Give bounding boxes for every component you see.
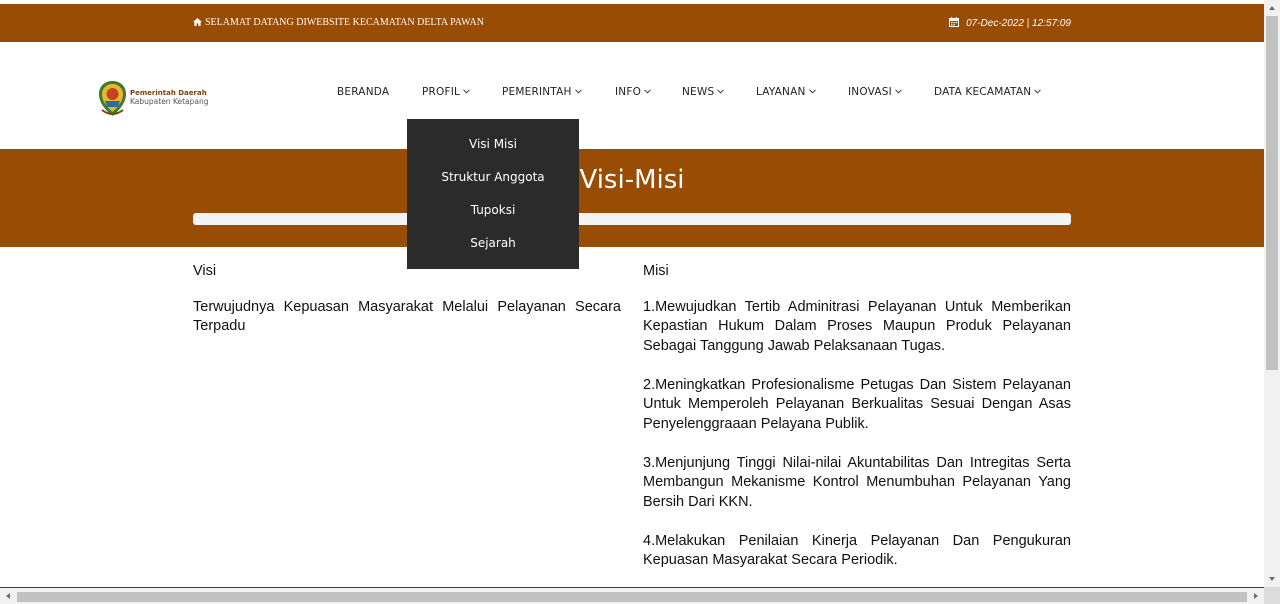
nav-beranda-label: BERANDA	[337, 86, 390, 98]
dropdown-item-tupoksi[interactable]: Tupoksi	[407, 203, 579, 217]
site-header: Pemerintah Daerah Kabupaten Ketapang BER…	[0, 42, 1264, 149]
scrollbar-corner	[1264, 587, 1280, 604]
misi-heading: Misi	[643, 263, 669, 279]
nav-data-kecamatan[interactable]: DATA KECAMATAN	[934, 86, 1042, 98]
dropdown-item-visi-misi[interactable]: Visi Misi	[407, 137, 579, 151]
nav-info[interactable]: INFO	[615, 86, 651, 98]
chevron-down-icon	[717, 89, 725, 94]
scroll-up-arrow-icon[interactable]	[1264, 0, 1280, 16]
nav-pemerintah-label: PEMERINTAH	[502, 86, 572, 98]
misi-item: 3.Menjunjung Tinggi Nilai-nilai Akuntabi…	[643, 454, 1071, 510]
nav-profil[interactable]: PROFIL	[422, 86, 470, 98]
chevron-down-icon	[574, 89, 582, 94]
misi-item: 2.Meningkatkan Profesionalisme Petugas D…	[643, 376, 1071, 432]
scroll-right-arrow-icon[interactable]	[1248, 588, 1264, 604]
misi-item: 4.Melakukan Penilaian Kinerja Pelayanan …	[643, 532, 1071, 569]
nav-layanan[interactable]: LAYANAN	[756, 86, 816, 98]
nav-layanan-label: LAYANAN	[756, 86, 806, 98]
chevron-down-icon	[644, 89, 651, 94]
calendar-icon	[949, 17, 960, 27]
dropdown-item-sejarah[interactable]: Sejarah	[407, 236, 579, 250]
chevron-down-icon	[1034, 89, 1042, 94]
top-bar: SELAMAT DATANG DIWEBSITE KECAMATAN DELTA…	[0, 4, 1264, 42]
nav-news-label: NEWS	[682, 86, 715, 98]
dropdown-item-struktur-anggota[interactable]: Struktur Anggota	[407, 170, 579, 184]
nav-news[interactable]: NEWS	[682, 86, 725, 98]
vertical-scroll-thumb[interactable]	[1266, 16, 1278, 370]
page-title: Visi-Misi	[579, 165, 685, 195]
nav-inovasi-label: INOVASI	[848, 86, 892, 98]
page-banner: Visi-Misi	[0, 149, 1264, 247]
horizontal-scrollbar[interactable]	[0, 587, 1264, 604]
chevron-down-icon	[808, 89, 816, 94]
nav-profil-label: PROFIL	[422, 86, 461, 98]
welcome-text: SELAMAT DATANG DIWEBSITE KECAMATAN DELTA…	[205, 17, 484, 28]
horizontal-scroll-thumb[interactable]	[17, 592, 1247, 602]
chevron-down-icon	[895, 89, 902, 94]
nav-pemerintah[interactable]: PEMERINTAH	[502, 86, 582, 98]
nav-data-kecamatan-label: DATA KECAMATAN	[934, 86, 1032, 98]
datetime-text: 07-Dec-2022 | 12:57:09	[966, 18, 1071, 29]
vertical-scrollbar[interactable]	[1264, 0, 1280, 587]
emblem-icon	[99, 81, 126, 116]
welcome-text-wrap: SELAMAT DATANG DIWEBSITE KECAMATAN DELTA…	[193, 17, 484, 28]
visi-text: Terwujudnya Kepuasan Masyarakat Melalui …	[193, 298, 621, 335]
nav-inovasi[interactable]: INOVASI	[848, 86, 902, 98]
chevron-down-icon	[463, 89, 470, 94]
home-icon	[193, 18, 202, 26]
site-logo[interactable]: Pemerintah Daerah Kabupaten Ketapang	[98, 80, 228, 118]
scroll-left-arrow-icon[interactable]	[0, 588, 16, 604]
misi-section: Misi 1.Mewujudkan Tertib Adminitrasi Pel…	[643, 262, 1071, 590]
profil-dropdown-menu: Visi Misi Struktur Anggota Tupoksi Sejar…	[407, 119, 579, 269]
banner-divider	[193, 213, 1071, 225]
misi-item: 1.Mewujudkan Tertib Adminitrasi Pelayana…	[643, 298, 1071, 354]
datetime-wrap: 07-Dec-2022 | 12:57:09	[949, 17, 1071, 29]
nav-beranda[interactable]: BERANDA	[337, 86, 389, 98]
visi-section: Visi Terwujudnya Kepuasan Masyarakat Mel…	[193, 262, 621, 356]
nav-info-label: INFO	[615, 86, 642, 98]
logo-line-2: Kabupaten Ketapang	[130, 97, 209, 106]
scroll-down-arrow-icon[interactable]	[1264, 571, 1280, 587]
logo-line-1: Pemerintah Daerah	[130, 89, 207, 97]
